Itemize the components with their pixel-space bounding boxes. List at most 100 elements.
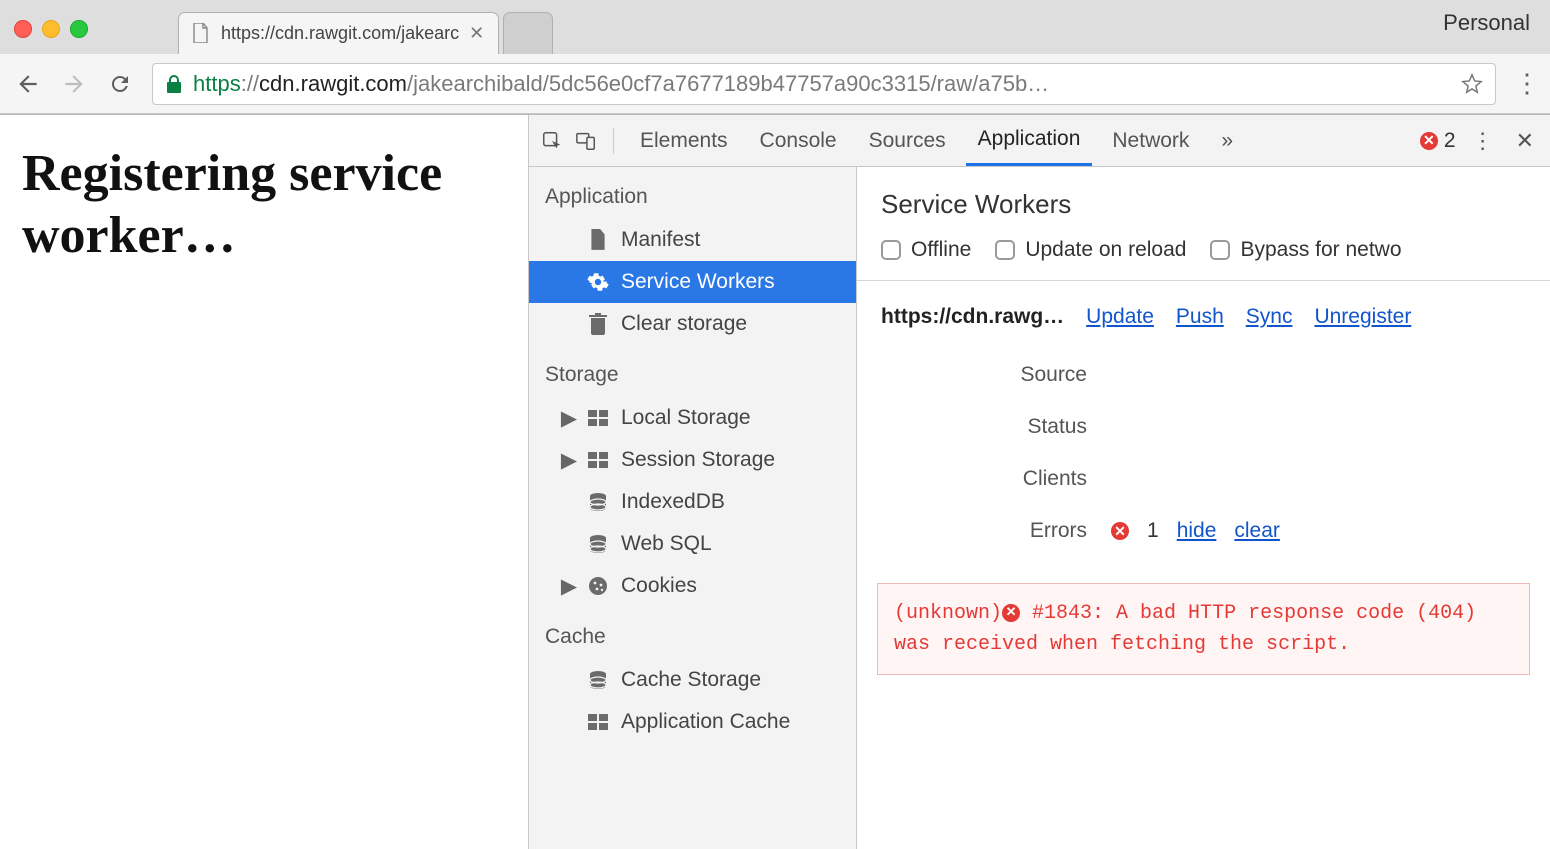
browser-chrome: https://cdn.rawgit.com/jakearc ✕ Persona…: [0, 0, 1550, 115]
devtools-tab-elements[interactable]: Elements: [628, 115, 740, 166]
sidebar-section-application: Application: [529, 167, 856, 219]
cookie-icon: [587, 575, 609, 597]
sidebar-item-label: Web SQL: [621, 532, 712, 556]
window-minimize-button[interactable]: [42, 20, 60, 38]
sw-errors-clear-link[interactable]: clear: [1234, 519, 1280, 543]
table-icon: [587, 449, 609, 471]
window-maximize-button[interactable]: [70, 20, 88, 38]
browser-tab-new[interactable]: [503, 12, 553, 54]
sw-unregister-link[interactable]: Unregister: [1314, 305, 1411, 329]
devtools-tab-overflow-icon[interactable]: »: [1209, 115, 1245, 166]
sw-errors-hide-link[interactable]: hide: [1177, 519, 1217, 543]
sidebar-item-manifest[interactable]: ▶ Manifest: [529, 219, 856, 261]
sidebar-item-label: Session Storage: [621, 448, 775, 472]
sidebar-item-cache-storage[interactable]: ▶ Cache Storage: [529, 659, 856, 701]
tab-close-icon[interactable]: ✕: [469, 23, 484, 44]
devtools-error-badge[interactable]: ✕ 2: [1420, 129, 1456, 153]
sw-update-link[interactable]: Update: [1086, 305, 1154, 329]
database-icon: [587, 669, 609, 691]
browser-menu-icon[interactable]: ⋮: [1514, 68, 1536, 99]
devtools-toolbar: Elements Console Sources Application Net…: [529, 115, 1550, 167]
sidebar-item-local-storage[interactable]: ▶ Local Storage: [529, 397, 856, 439]
panel-options: Offline Update on reload Bypass for netw…: [857, 230, 1550, 281]
window-controls: [14, 20, 88, 38]
sidebar-item-cookies[interactable]: ▶ Cookies: [529, 565, 856, 607]
chevron-right-icon: ▶: [563, 574, 575, 599]
sidebar-item-label: Local Storage: [621, 406, 751, 430]
devtools-menu-icon[interactable]: ⋮: [1464, 128, 1502, 154]
sidebar-item-service-workers[interactable]: ▶ Service Workers: [529, 261, 856, 303]
window-close-button[interactable]: [14, 20, 32, 38]
gear-icon: [587, 271, 609, 293]
sw-push-link[interactable]: Push: [1176, 305, 1224, 329]
devtools-tab-network[interactable]: Network: [1100, 115, 1201, 166]
sidebar-item-label: Service Workers: [621, 270, 775, 294]
bypass-checkbox[interactable]: Bypass for netwo: [1210, 238, 1401, 262]
sidebar-section-cache: Cache: [529, 607, 856, 659]
sidebar-item-label: Cookies: [621, 574, 697, 598]
sw-sync-link[interactable]: Sync: [1246, 305, 1293, 329]
sw-origin: https://cdn.rawg…: [881, 305, 1064, 329]
chevron-right-icon: ▶: [563, 448, 575, 473]
sidebar-item-indexeddb[interactable]: ▶ IndexedDB: [529, 481, 856, 523]
sidebar-item-clear-storage[interactable]: ▶ Clear storage: [529, 303, 856, 345]
error-source: (unknown): [894, 602, 1002, 625]
address-bar: https://cdn.rawgit.com/jakearchibald/5dc…: [0, 54, 1550, 114]
table-icon: [587, 711, 609, 733]
error-icon: ✕: [1111, 522, 1129, 540]
sidebar-item-label: Manifest: [621, 228, 700, 252]
update-on-reload-checkbox[interactable]: Update on reload: [995, 238, 1186, 262]
devtools-tab-console[interactable]: Console: [748, 115, 849, 166]
sidebar-item-label: Cache Storage: [621, 668, 761, 692]
database-icon: [587, 491, 609, 513]
url-text: https://cdn.rawgit.com/jakearchibald/5dc…: [193, 71, 1049, 97]
forward-button[interactable]: [60, 70, 88, 98]
sw-row-status: Status: [881, 401, 1526, 453]
sidebar-item-session-storage[interactable]: ▶ Session Storage: [529, 439, 856, 481]
table-icon: [587, 407, 609, 429]
sidebar-item-websql[interactable]: ▶ Web SQL: [529, 523, 856, 565]
service-workers-panel: Service Workers Offline Update on reload…: [857, 167, 1550, 849]
back-button[interactable]: [14, 70, 42, 98]
devtools-error-count: 2: [1444, 129, 1456, 153]
sidebar-section-storage: Storage: [529, 345, 856, 397]
panel-title: Service Workers: [857, 167, 1550, 230]
page-viewport: Registering service worker…: [0, 115, 528, 849]
page-heading: Registering service worker…: [22, 143, 506, 268]
device-toggle-icon[interactable]: [573, 128, 599, 154]
devtools-tab-sources[interactable]: Sources: [857, 115, 958, 166]
file-icon: [193, 23, 211, 45]
devtools-close-icon[interactable]: ✕: [1510, 128, 1540, 154]
devtools-panel: Elements Console Sources Application Net…: [528, 115, 1550, 849]
error-icon: ✕: [1420, 132, 1438, 150]
devtools-tab-application[interactable]: Application: [966, 115, 1093, 166]
profile-badge[interactable]: Personal: [1443, 10, 1530, 36]
document-icon: [587, 229, 609, 251]
tab-title: https://cdn.rawgit.com/jakearc: [221, 23, 459, 44]
sidebar-item-application-cache[interactable]: ▶ Application Cache: [529, 701, 856, 743]
lock-icon: [165, 74, 183, 94]
error-icon: ✕: [1002, 604, 1020, 622]
url-input[interactable]: https://cdn.rawgit.com/jakearchibald/5dc…: [152, 63, 1496, 105]
sw-error-count: 1: [1147, 519, 1159, 543]
reload-button[interactable]: [106, 70, 134, 98]
separator: [613, 128, 614, 154]
application-sidebar: Application ▶ Manifest ▶ Service Workers…: [529, 167, 857, 849]
sw-error-message: (unknown)✕ #1843: A bad HTTP response co…: [877, 583, 1530, 675]
inspect-element-icon[interactable]: [539, 128, 565, 154]
sw-origin-row: https://cdn.rawg… Update Push Sync Unreg…: [857, 281, 1550, 329]
sw-details: Source Status Clients Errors ✕: [857, 329, 1550, 575]
trash-icon: [587, 313, 609, 335]
sw-row-clients: Clients: [881, 453, 1526, 505]
offline-checkbox[interactable]: Offline: [881, 238, 971, 262]
tab-strip: https://cdn.rawgit.com/jakearc ✕ Persona…: [0, 0, 1550, 54]
sidebar-item-label: Clear storage: [621, 312, 747, 336]
browser-tab-active[interactable]: https://cdn.rawgit.com/jakearc ✕: [178, 12, 499, 54]
sw-row-source: Source: [881, 349, 1526, 401]
main-content: Registering service worker… Elements Con…: [0, 115, 1550, 849]
bookmark-star-icon[interactable]: [1461, 73, 1483, 95]
database-icon: [587, 533, 609, 555]
chevron-right-icon: ▶: [563, 406, 575, 431]
sidebar-item-label: IndexedDB: [621, 490, 725, 514]
devtools-body: Application ▶ Manifest ▶ Service Workers…: [529, 167, 1550, 849]
